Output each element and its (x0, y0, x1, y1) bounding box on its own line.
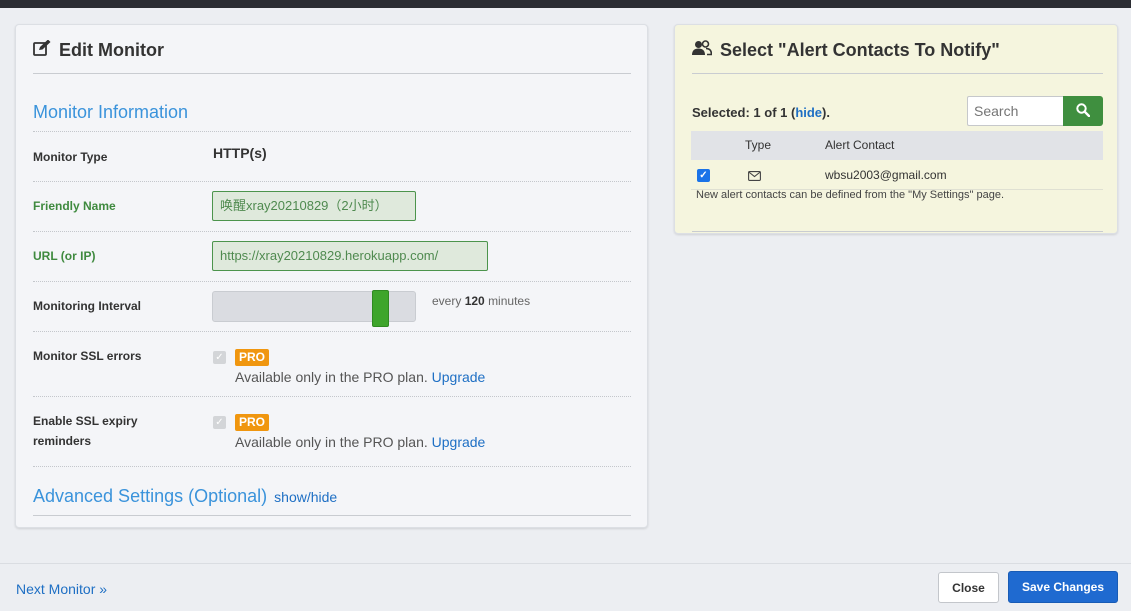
ssl-errors-checkbox: ✓ (213, 351, 226, 364)
url-input[interactable]: https://xray20210829.herokuapp.com/ (212, 241, 488, 271)
pro-badge: PRO (235, 349, 270, 366)
upgrade-link[interactable]: Upgrade (432, 434, 486, 450)
divider (33, 131, 631, 132)
ssl-expiry-checkbox: ✓ (213, 416, 226, 429)
edit-monitor-header: Edit Monitor (33, 35, 164, 65)
divider (33, 181, 631, 182)
section-title: Monitor Information (33, 102, 189, 122)
panel-title: Edit Monitor (59, 39, 164, 60)
friendly-name-input[interactable]: 唤醒xray20210829（2小时） (212, 191, 416, 221)
pro-badge: PRO (235, 414, 270, 431)
table-header: Type Alert Contact (691, 131, 1103, 160)
divider (33, 281, 631, 282)
pro-plan-note: Available only in the PRO plan. Upgrade (235, 369, 486, 385)
pro-plan-note: Available only in the PRO plan. Upgrade (235, 434, 486, 450)
divider (33, 466, 631, 467)
ssl-expiry-label: Enable SSL expiry reminders (33, 414, 138, 448)
table-row: ✓ wbsu2003@gmail.com (691, 160, 1103, 190)
url-label: URL (or IP) (33, 249, 96, 263)
close-button[interactable]: Close (938, 572, 999, 603)
search-button[interactable] (1063, 96, 1103, 126)
users-icon (692, 39, 713, 61)
divider (33, 396, 631, 397)
edit-monitor-panel: Edit Monitor Monitor Information Monitor… (15, 24, 648, 528)
ssl-errors-label: Monitor SSL errors (33, 349, 142, 363)
contact-checkbox[interactable]: ✓ (697, 169, 710, 182)
monitor-type-value: HTTP(s) (213, 145, 267, 161)
title-divider (33, 73, 631, 74)
divider (33, 231, 631, 232)
divider (33, 515, 631, 516)
search-icon (1076, 102, 1091, 120)
upgrade-link[interactable]: Upgrade (432, 369, 486, 385)
contact-email: wbsu2003@gmail.com (825, 168, 947, 182)
contacts-search (967, 96, 1103, 126)
edit-monitor-modal: Edit Monitor Monitor Information Monitor… (0, 8, 1131, 611)
title-divider (692, 73, 1103, 74)
advanced-settings-header: Advanced Settings (Optional) show/hide (33, 486, 337, 507)
column-alert-contact: Alert Contact (825, 138, 895, 152)
advanced-settings-title: Advanced Settings (Optional) (33, 486, 268, 506)
monitoring-interval-label: Monitoring Interval (33, 299, 141, 313)
panel-title: Select "Alert Contacts To Notify" (720, 39, 1000, 60)
alert-contacts-table: Type Alert Contact ✓ wbsu2003@gmail.com (691, 131, 1103, 190)
column-type: Type (745, 138, 772, 152)
divider (33, 331, 631, 332)
alert-contacts-header: Select "Alert Contacts To Notify" (692, 35, 1000, 65)
hide-link[interactable]: hide (795, 105, 822, 120)
next-monitor-link[interactable]: Next Monitor » (16, 581, 107, 597)
interval-readout: every 120 minutes (432, 294, 531, 308)
friendly-name-label: Friendly Name (33, 199, 116, 213)
edit-icon (33, 39, 51, 61)
envelope-icon (748, 168, 761, 186)
monitor-type-label: Monitor Type (33, 150, 108, 164)
modal-footer: Next Monitor » Close Save Changes (0, 563, 1131, 611)
save-changes-button[interactable]: Save Changes (1008, 571, 1118, 603)
alert-contacts-panel: Select "Alert Contacts To Notify" Select… (674, 24, 1118, 234)
interval-value: 120 (464, 294, 485, 308)
advanced-show-hide-link[interactable]: show/hide (274, 489, 337, 505)
selected-count: Selected: 1 of 1 (hide). (692, 105, 830, 120)
interval-slider[interactable] (212, 290, 416, 327)
search-input[interactable] (967, 96, 1063, 126)
divider (692, 231, 1103, 232)
contacts-note: New alert contacts can be defined from t… (696, 189, 1005, 201)
interval-slider-handle[interactable] (372, 290, 389, 327)
